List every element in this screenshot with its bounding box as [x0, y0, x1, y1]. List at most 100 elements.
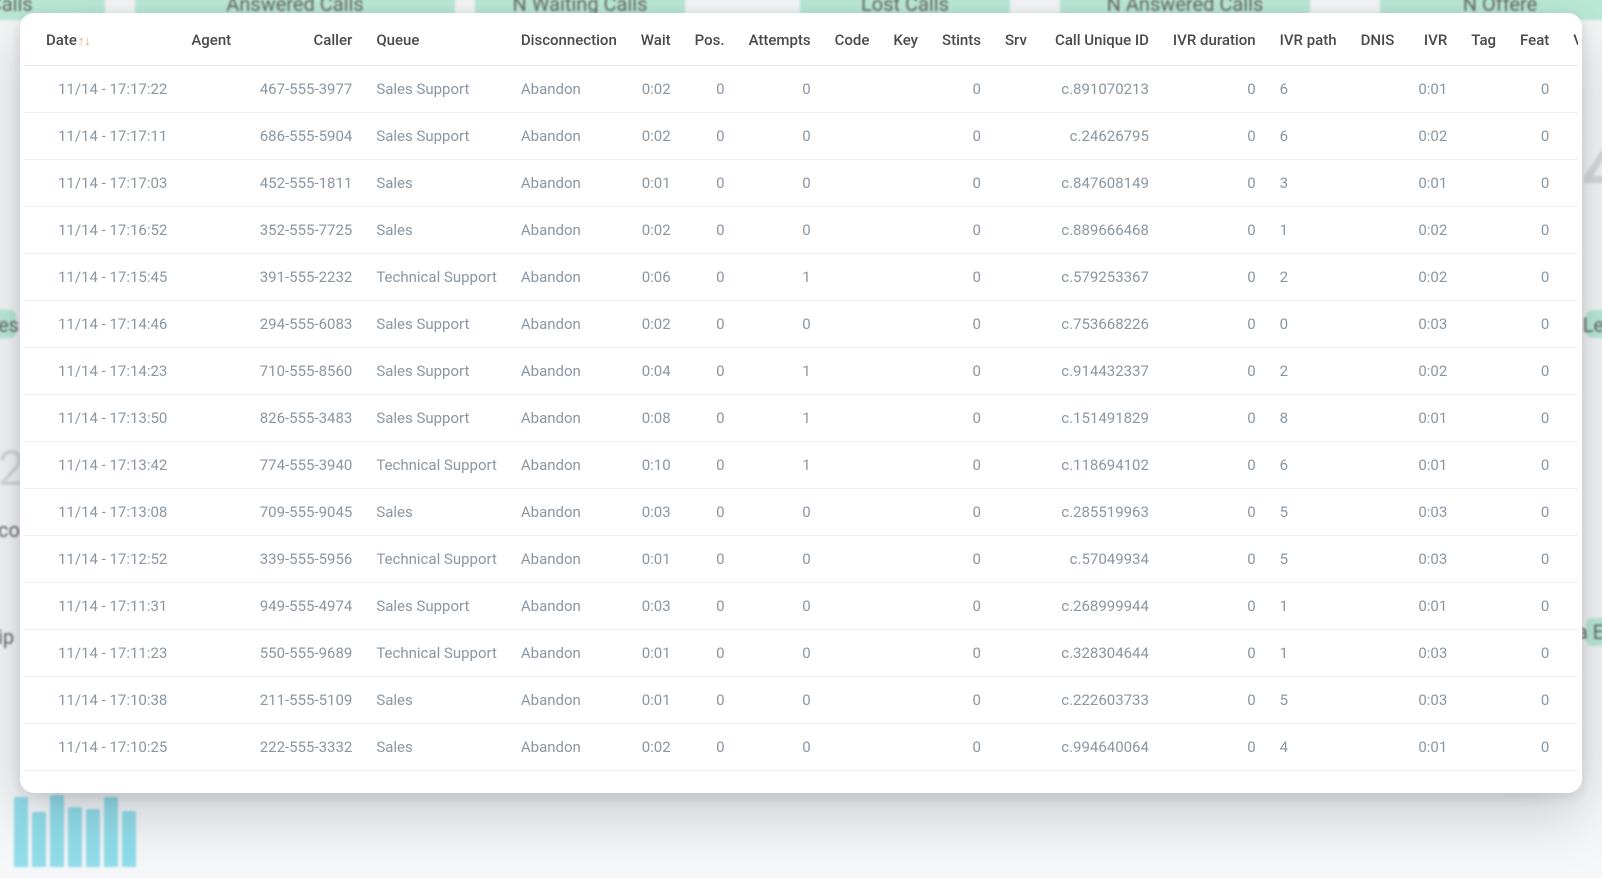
cell-vars: 0: [1561, 254, 1578, 301]
cell-wait: 0:08: [629, 395, 683, 442]
cell-feat: 0: [1508, 348, 1561, 395]
cell-queue: Technical Support: [364, 254, 509, 301]
cell-wait: 0:01: [629, 160, 683, 207]
table-row[interactable]: 11/14 - 17:17:11686-555-5904Sales Suppor…: [24, 113, 1578, 160]
column-header-pos[interactable]: Pos.: [683, 13, 737, 66]
table-row[interactable]: 11/14 - 17:11:31949-555-4974Sales Suppor…: [24, 583, 1578, 630]
column-header-date[interactable]: Date↑↓: [24, 13, 179, 66]
cell-ivrd: 0: [1161, 442, 1268, 489]
table-row[interactable]: 11/14 - 17:10:38211-555-5109SalesAbandon…: [24, 677, 1578, 724]
cell-srv: [993, 395, 1039, 442]
cell-att: 0: [737, 489, 823, 536]
table-row[interactable]: 11/14 - 17:13:42774-555-3940Technical Su…: [24, 442, 1578, 489]
table-row[interactable]: 11/14 - 17:11:23550-555-9689Technical Su…: [24, 630, 1578, 677]
cell-caller: 710-555-8560: [243, 348, 364, 395]
cell-date: 11/14 - 17:14:23: [24, 348, 179, 395]
cell-date: 11/14 - 17:11:31: [24, 583, 179, 630]
cell-agent: [179, 207, 243, 254]
cell-vars: 0: [1561, 348, 1578, 395]
cell-feat: 0: [1508, 160, 1561, 207]
cell-ivr: 0:01: [1406, 395, 1459, 442]
column-header-stints[interactable]: Stints: [930, 13, 993, 66]
column-header-tag[interactable]: Tag: [1459, 13, 1508, 66]
cell-cuid: c.753668226: [1039, 301, 1161, 348]
cell-key: [881, 254, 930, 301]
table-row[interactable]: 11/14 - 17:10:25222-555-3332SalesAbandon…: [24, 724, 1578, 771]
cell-cuid: c.151491829: [1039, 395, 1161, 442]
column-header-key[interactable]: Key: [881, 13, 930, 66]
cell-date: 11/14 - 17:17:03: [24, 160, 179, 207]
cell-ivrp: 5: [1268, 489, 1349, 536]
cell-srv: [993, 724, 1039, 771]
column-header-attempts[interactable]: Attempts: [737, 13, 823, 66]
column-header-feat[interactable]: Feat: [1508, 13, 1561, 66]
cell-date: 11/14 - 17:14:46: [24, 301, 179, 348]
cell-date: 11/14 - 17:13:42: [24, 442, 179, 489]
cell-feat: 0: [1508, 442, 1561, 489]
table-row[interactable]: 11/14 - 17:14:23710-555-8560Sales Suppor…: [24, 348, 1578, 395]
column-header-ivr[interactable]: IVR: [1406, 13, 1459, 66]
table-row[interactable]: 11/14 - 17:12:52339-555-5956Technical Su…: [24, 536, 1578, 583]
cell-stints: 0: [930, 207, 993, 254]
cell-srv: [993, 160, 1039, 207]
cell-code: [823, 207, 882, 254]
cell-date: 11/14 - 17:13:50: [24, 395, 179, 442]
table-row[interactable]: 11/14 - 17:13:50826-555-3483Sales Suppor…: [24, 395, 1578, 442]
table-row[interactable]: 11/14 - 17:17:22467-555-3977Sales Suppor…: [24, 66, 1578, 113]
cell-att: 0: [737, 536, 823, 583]
cell-tag: [1459, 536, 1508, 583]
cell-wait: 0:02: [629, 207, 683, 254]
cell-stints: 0: [930, 677, 993, 724]
cell-code: [823, 583, 882, 630]
cell-cuid: c.268999944: [1039, 583, 1161, 630]
cell-tag: [1459, 348, 1508, 395]
cell-caller: 550-555-9689: [243, 630, 364, 677]
table-row[interactable]: 11/14 - 17:14:46294-555-6083Sales Suppor…: [24, 301, 1578, 348]
cell-code: [823, 677, 882, 724]
column-header-caller[interactable]: Caller: [243, 13, 364, 66]
column-header-ivr-duration[interactable]: IVR duration: [1161, 13, 1268, 66]
cell-code: [823, 254, 882, 301]
column-header-call-unique-id[interactable]: Call Unique ID: [1039, 13, 1161, 66]
cell-pos: 0: [683, 207, 737, 254]
cell-disc: Abandon: [509, 160, 629, 207]
cell-stints: 0: [930, 442, 993, 489]
column-header-srv[interactable]: Srv: [993, 13, 1039, 66]
cell-vars: 0: [1561, 113, 1578, 160]
cell-ivrd: 0: [1161, 348, 1268, 395]
table-row[interactable]: 11/14 - 17:17:03452-555-1811SalesAbandon…: [24, 160, 1578, 207]
calls-table-scroll[interactable]: Date↑↓ Agent Caller Queue Disconnection …: [24, 13, 1578, 793]
column-header-vars[interactable]: Vars: [1561, 13, 1578, 66]
table-row[interactable]: 11/14 - 17:15:45391-555-2232Technical Su…: [24, 254, 1578, 301]
cell-ivrd: 0: [1161, 113, 1268, 160]
cell-code: [823, 724, 882, 771]
column-header-code[interactable]: Code: [823, 13, 882, 66]
cell-wait: 0:03: [629, 583, 683, 630]
cell-att: 0: [737, 724, 823, 771]
column-header-wait[interactable]: Wait: [629, 13, 683, 66]
cell-pos: 0: [683, 583, 737, 630]
table-row[interactable]: 11/14 - 17:13:08709-555-9045SalesAbandon…: [24, 489, 1578, 536]
cell-ivr: 0:02: [1406, 113, 1459, 160]
cell-agent: [179, 66, 243, 113]
cell-feat: 0: [1508, 630, 1561, 677]
cell-vars: 0: [1561, 395, 1578, 442]
cell-ivr: 0:01: [1406, 724, 1459, 771]
cell-att: 0: [737, 583, 823, 630]
cell-queue: Sales Support: [364, 66, 509, 113]
table-row[interactable]: 11/14 - 17:16:52352-555-7725SalesAbandon…: [24, 207, 1578, 254]
cell-disc: Abandon: [509, 113, 629, 160]
cell-ivr: 0:01: [1406, 66, 1459, 113]
cell-cuid: c.118694102: [1039, 442, 1161, 489]
column-header-ivr-path[interactable]: IVR path: [1268, 13, 1349, 66]
cell-feat: 0: [1508, 66, 1561, 113]
column-header-dnis[interactable]: DNIS: [1349, 13, 1407, 66]
column-header-queue[interactable]: Queue: [364, 13, 509, 66]
column-header-disconnection[interactable]: Disconnection: [509, 13, 629, 66]
cell-ivrd: 0: [1161, 301, 1268, 348]
column-header-agent[interactable]: Agent: [179, 13, 243, 66]
cell-key: [881, 489, 930, 536]
cell-vars: 0: [1561, 583, 1578, 630]
cell-stints: 0: [930, 630, 993, 677]
cell-agent: [179, 113, 243, 160]
